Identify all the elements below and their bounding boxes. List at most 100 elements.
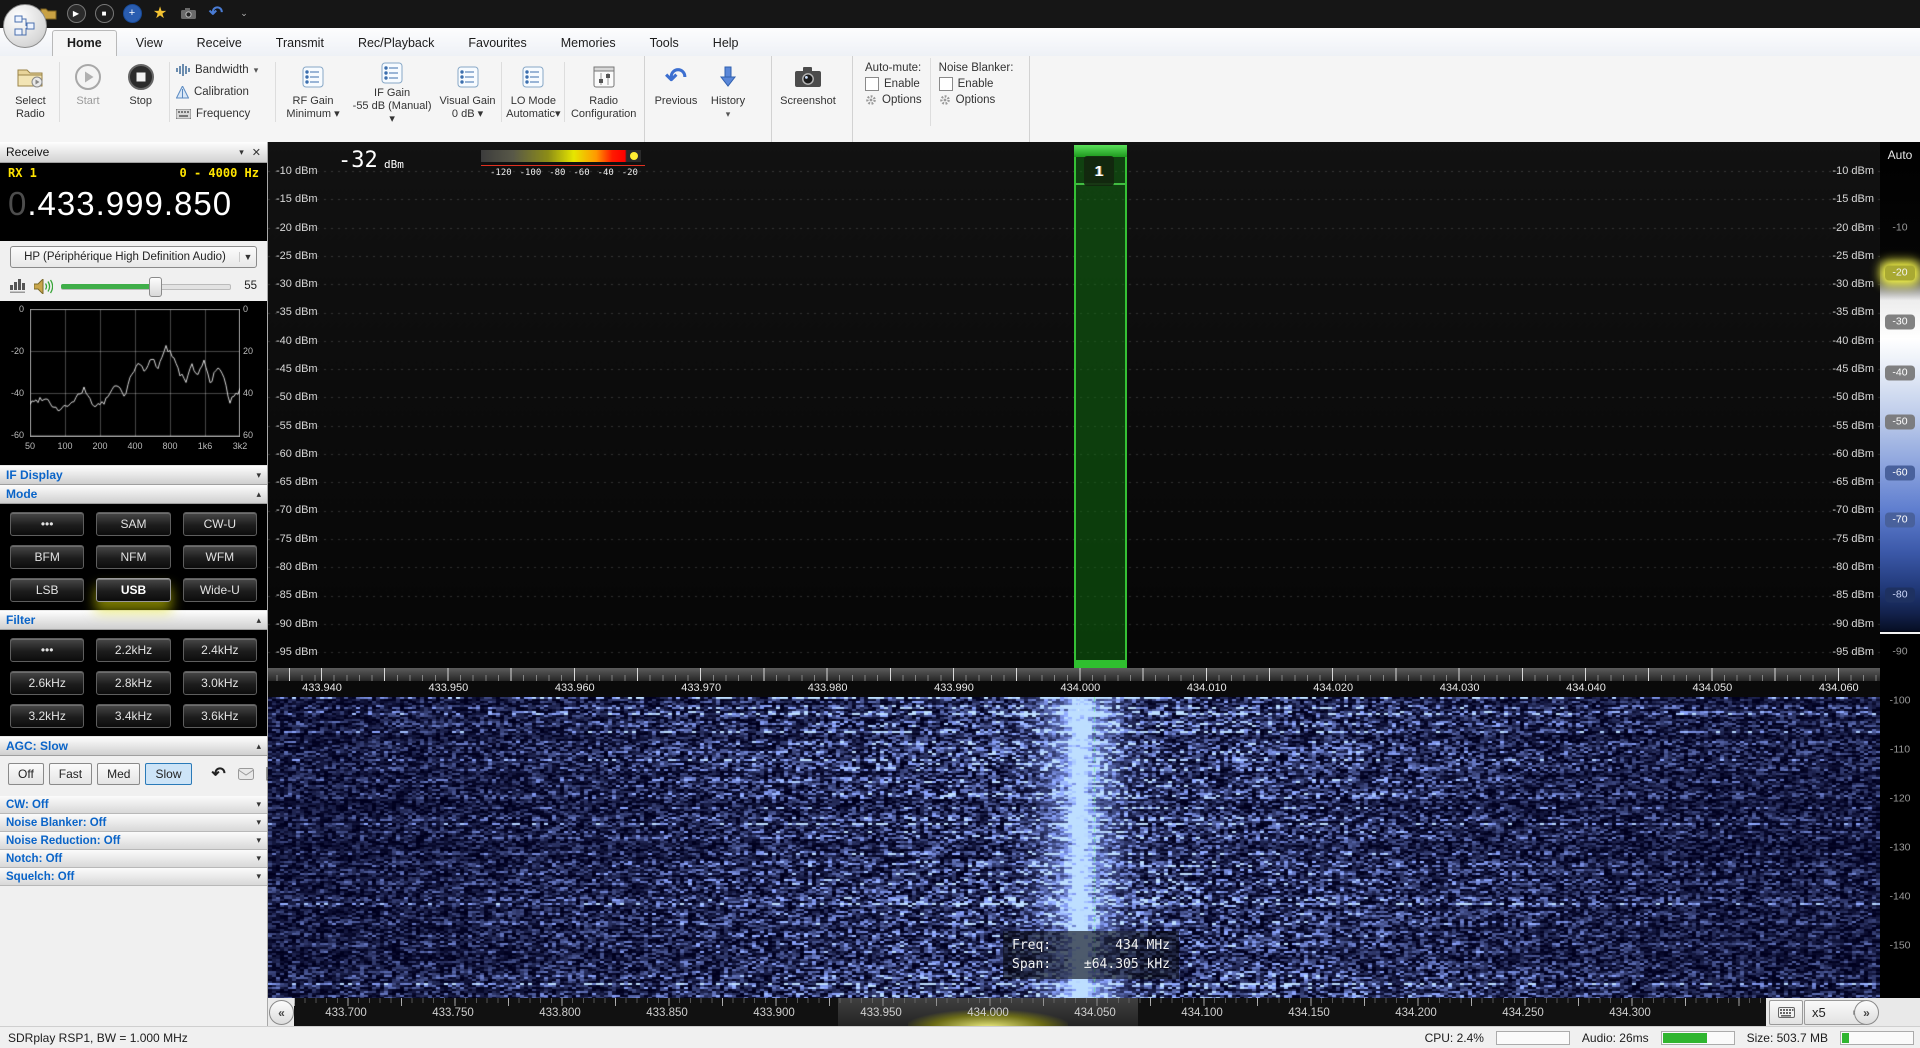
mode-button[interactable]: CW-U [182,512,257,536]
dsp-section-row[interactable]: Squelch: Off ▾ [0,868,267,886]
application-menu-button[interactable] [3,4,47,48]
agc-button[interactable]: Med [97,763,141,785]
audio-device-select[interactable]: HP (Périphérique High Definition Audio) … [10,246,257,268]
nav-right-button[interactable]: » [1854,1000,1879,1025]
checkbox-icon[interactable] [865,77,879,91]
section-mode[interactable]: Mode ▴ [0,485,267,504]
agc-button[interactable]: Off [8,763,44,785]
level-marker[interactable]: -30 [1885,314,1915,330]
calibration-button[interactable]: Calibration [175,83,269,101]
section-agc[interactable]: AGC: Slow ▴ [0,736,267,756]
level-marker[interactable]: -90 [1885,645,1915,660]
level-marker[interactable]: -130 [1885,841,1915,856]
favourite-star-icon[interactable]: ★ [150,3,170,23]
level-marker[interactable]: -110 [1885,743,1915,758]
section-filter[interactable]: Filter ▴ [0,610,267,630]
ribbon-tab[interactable]: Rec/Playback [343,30,449,56]
ribbon-tab[interactable]: Home [52,30,117,56]
camera-icon[interactable] [178,3,198,23]
dsp-section-row[interactable]: Noise Blanker: Off ▾ [0,814,267,832]
play-icon[interactable]: ▶ [66,3,86,23]
filter-button[interactable]: ••• [10,638,85,662]
dsp-section-row[interactable]: CW: Off ▾ [0,796,267,814]
channel-marker-1[interactable]: 1 [1084,156,1114,186]
level-marker[interactable]: -50 [1885,414,1915,430]
volume-slider-thumb[interactable] [148,277,162,297]
level-marker[interactable]: -80 [1885,587,1915,603]
level-marker[interactable]: -120 [1885,792,1915,807]
radio-configuration-button[interactable]: Radio Configuration [567,58,640,126]
level-range-strip[interactable]: Auto -10 -20 -30 -40 -50 -60 -70 -80 -90 -100 -110… [1880,142,1920,998]
equalizer-icon[interactable] [10,279,26,293]
if-gain-button[interactable]: IF Gain -55 dB (Manual) ▾ [348,58,435,126]
stop-icon[interactable]: ■ [94,3,114,23]
ribbon-tab[interactable]: Transmit [261,30,339,56]
mode-button[interactable]: LSB [10,578,85,602]
section-if-display[interactable]: IF Display ▾ [0,465,267,485]
filter-button[interactable]: 2.8kHz [96,671,171,695]
level-marker[interactable]: -20 [1885,265,1915,281]
filter-button[interactable]: 3.6kHz [182,704,257,728]
mode-button[interactable]: NFM [96,545,171,569]
level-marker[interactable]: -70 [1885,512,1915,528]
agc-preset-icon[interactable] [237,768,254,780]
screenshot-button[interactable]: Screenshot [776,58,840,126]
checkbox-icon[interactable] [938,77,953,91]
mode-button[interactable]: BFM [10,545,85,569]
more-commands-icon[interactable]: ⌄ [234,3,254,23]
panel-close-icon[interactable]: ✕ [252,146,261,159]
add-icon[interactable]: + [122,3,142,23]
ribbon-tab[interactable]: View [121,30,178,56]
filter-button[interactable]: 3.4kHz [96,704,171,728]
keyboard-entry-button[interactable] [1769,1000,1803,1025]
mode-button[interactable]: ••• [10,512,85,536]
panel-collapse-icon[interactable]: ▾ [239,147,244,158]
previous-frequency-button[interactable]: ↶ Previous [649,58,703,126]
start-button[interactable]: Start [62,58,115,126]
noise-blanker-enable-checkbox[interactable]: Enable [938,77,1014,91]
filter-button[interactable]: 2.2kHz [96,638,171,662]
level-marker[interactable]: -10 [1885,221,1915,236]
filter-button[interactable]: 3.2kHz [10,704,85,728]
volume-slider[interactable] [61,277,231,297]
level-marker[interactable]: -140 [1885,890,1915,905]
noise-blanker-options-button[interactable]: Options [939,94,1014,106]
speaker-icon[interactable] [34,278,53,294]
nav-left-button[interactable]: « [269,1000,294,1025]
dsp-section-row[interactable]: Notch: Off ▾ [0,850,267,868]
mode-button[interactable]: Wide-U [182,578,257,602]
filter-button[interactable]: 2.4kHz [182,638,257,662]
waterfall-display[interactable]: Freq: 434 MHz Span: ±64.305 kHz [268,697,1880,998]
auto-range-button[interactable]: Auto [1880,148,1920,162]
rf-gain-button[interactable]: RF Gain Minimum ▾ [278,58,349,126]
dsp-section-row[interactable]: Noise Reduction: Off ▾ [0,832,267,850]
auto-mute-enable-checkbox[interactable]: Enable [865,77,922,91]
ribbon-tab[interactable]: Memories [546,30,631,56]
undo-icon[interactable]: ↶ [206,3,226,23]
stop-button[interactable]: Stop [114,58,167,126]
navigator-track[interactable]: 433.700 433.750 433.800 433.850 433.900 433.9… [294,998,1766,1026]
agc-undo-icon[interactable]: ↶ [212,764,226,784]
lo-mode-button[interactable]: LO Mode Automatic▾ [504,58,562,126]
spectrum-frequency-ruler[interactable] [268,668,1880,681]
filter-button[interactable]: 2.6kHz [10,671,85,695]
ribbon-tab[interactable]: Help [698,30,754,56]
frequency-button[interactable]: Frequency [175,105,269,123]
filter-button[interactable]: 3.0kHz [182,671,257,695]
frequency-readout[interactable]: 0.433.999.850 [8,185,259,223]
frequency-lcd[interactable]: RX 1 0 - 4000 Hz 0.433.999.850 [0,163,267,241]
mode-button[interactable]: WFM [182,545,257,569]
level-marker[interactable]: -60 [1885,465,1915,481]
agc-button[interactable]: Slow [145,763,192,785]
ribbon-tab[interactable]: Tools [635,30,694,56]
channel-region[interactable] [1074,145,1127,668]
receive-panel-header[interactable]: Receive ▾ ✕ [0,142,267,163]
level-marker[interactable]: -150 [1885,939,1915,954]
mode-button[interactable]: SAM [96,512,171,536]
level-marker[interactable]: -100 [1885,694,1915,709]
mode-button[interactable]: USB [96,578,171,602]
spectrum-display[interactable]: -32 dBm -120 -100 -80 -60 -40 -20 -10 dBm -15 … [268,142,1880,668]
history-button[interactable]: History ▾ [703,58,753,126]
select-radio-button[interactable]: Select Radio [4,58,57,126]
visual-gain-button[interactable]: Visual Gain 0 dB ▾ [436,58,500,126]
